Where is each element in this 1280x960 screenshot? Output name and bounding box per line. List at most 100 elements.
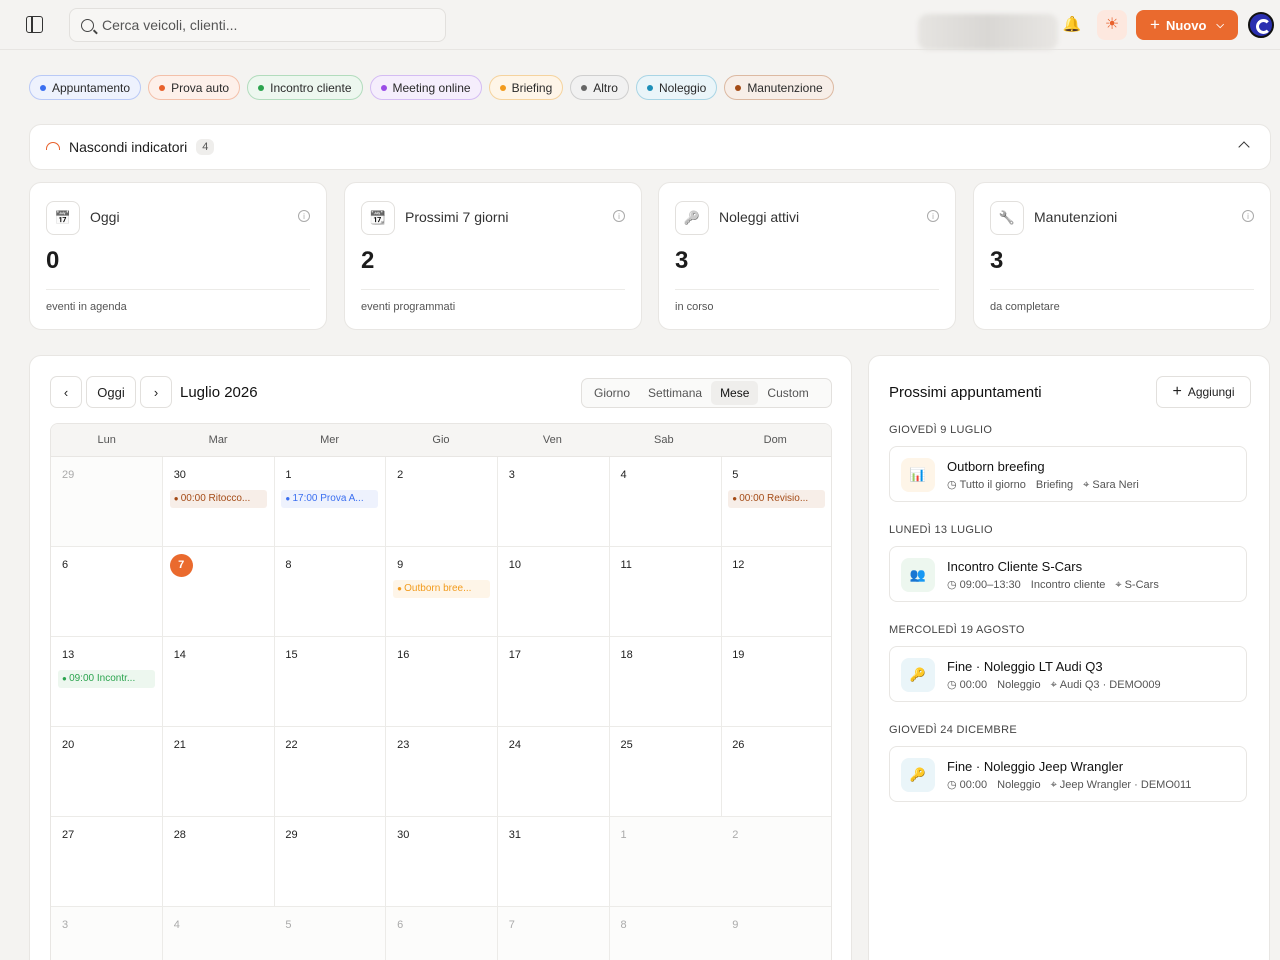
day-cell[interactable]: 3 — [51, 907, 163, 960]
search-input[interactable] — [102, 17, 422, 33]
clock-icon: ◷ — [947, 479, 957, 491]
day-cell[interactable]: 15 — [274, 637, 387, 727]
bell-icon[interactable]: 🔔 — [1062, 15, 1082, 35]
day-cell[interactable]: 26 — [721, 727, 831, 817]
filter-chip[interactable]: Prova auto — [148, 75, 241, 100]
calendar-event[interactable]: ● 00:00 Revisio... — [728, 490, 826, 508]
day-cell[interactable]: 25 — [609, 727, 722, 817]
weekday-label: Mar — [208, 434, 228, 446]
day-cell[interactable]: 12 — [721, 547, 831, 637]
calendar-event[interactable]: ● 00:00 Ritocco... — [169, 490, 267, 508]
day-number: 3 — [508, 469, 515, 481]
stat-subtitle: eventi programmati — [361, 301, 456, 313]
appointment-item[interactable]: 🔑 Fine · Noleggio Jeep Wrangler ◷ 00:00 Nole… — [889, 746, 1247, 802]
presentation-icon-glyph: 📊 — [909, 467, 927, 482]
chip-label: Appuntamento — [52, 80, 131, 95]
chip-label: Incontro cliente — [270, 80, 352, 95]
day-cell[interactable]: 9 — [721, 907, 831, 960]
day-cell[interactable]: 16 — [386, 637, 499, 727]
filter-chip[interactable]: Noleggio — [635, 75, 718, 100]
appointment-item[interactable]: 👥 Incontro Cliente S-Cars ◷ 09:00–13:30 Inco… — [889, 546, 1247, 602]
weekday-label: Sab — [654, 434, 674, 446]
day-cell[interactable]: 17 — [497, 637, 610, 727]
day-cell[interactable]: 30 — [386, 817, 499, 907]
users-icon: 👥 — [901, 558, 935, 592]
day-cell[interactable]: 23 — [386, 727, 499, 817]
next-month-button[interactable]: › — [140, 376, 172, 408]
chip-dot-icon — [581, 84, 588, 91]
day-cell[interactable]: 8 — [609, 907, 722, 960]
day-cell[interactable]: 29 — [51, 457, 163, 547]
day-cell[interactable]: 4 — [162, 907, 275, 960]
appointment-type: Briefing — [1035, 479, 1074, 491]
day-cell[interactable]: 20 — [51, 727, 163, 817]
divider — [675, 289, 939, 290]
day-cell[interactable]: 1 — [609, 817, 722, 907]
calendar-event[interactable]: ● 17:00 Prova A... — [281, 490, 379, 508]
day-cell[interactable]: 18 — [609, 637, 722, 727]
day-cell[interactable]: 28 — [162, 817, 275, 907]
day-cell[interactable]: 6 — [51, 547, 163, 637]
appointment-place: Sara Neri — [1092, 479, 1139, 491]
view-tab-custom[interactable]: Custom — [758, 381, 817, 405]
day-cell[interactable]: 4 — [609, 457, 722, 547]
day-cell[interactable]: 31 — [497, 817, 610, 907]
day-cell[interactable]: 5 — [274, 907, 387, 960]
calendar-event[interactable]: ● 09:00 Incontr... — [58, 670, 155, 688]
chip-dot-icon — [646, 84, 653, 91]
prev-month-button[interactable]: ‹ — [50, 376, 82, 408]
month-title: Luglio 2026 — [180, 384, 258, 401]
view-tab-settimana[interactable]: Settimana — [639, 381, 711, 405]
sidebar-toggle-icon[interactable] — [26, 16, 43, 33]
day-cell[interactable]: 24 — [497, 727, 610, 817]
new-button[interactable]: + Nuovo ⌵ — [1136, 10, 1238, 40]
day-cell[interactable]: 2 — [386, 457, 499, 547]
today-button[interactable]: Oggi — [86, 376, 136, 408]
filter-chip[interactable]: Appuntamento — [29, 75, 142, 100]
day-cell[interactable]: 7 — [162, 547, 275, 637]
day-cell[interactable]: 6 — [386, 907, 499, 960]
day-cell[interactable]: 3 — [497, 457, 610, 547]
day-cell[interactable]: 27 — [51, 817, 163, 907]
day-number: 7 — [508, 919, 515, 931]
search-box[interactable] — [69, 8, 446, 42]
appointment-item[interactable]: 📊 Outborn breefing ◷ Tutto il giorno Briefin… — [889, 446, 1247, 502]
day-number: 28 — [173, 829, 186, 841]
appointment-time: 09:00–13:30 — [959, 579, 1021, 591]
day-cell[interactable]: 22 — [274, 727, 387, 817]
day-cell[interactable]: 2 — [721, 817, 831, 907]
avatar[interactable] — [1248, 12, 1274, 38]
info-icon[interactable]: i — [1242, 210, 1254, 222]
info-icon[interactable]: i — [613, 210, 625, 222]
calendar-event[interactable]: ● Outborn bree... — [393, 580, 491, 598]
day-cell[interactable]: 10 — [497, 547, 610, 637]
info-icon[interactable]: i — [927, 210, 939, 222]
view-tab-mese[interactable]: Mese — [711, 381, 759, 405]
day-cell[interactable]: 14 — [162, 637, 275, 727]
day-cell[interactable]: 11 — [609, 547, 722, 637]
filter-chip[interactable]: Meeting online — [369, 75, 482, 100]
info-icon[interactable]: i — [298, 210, 310, 222]
day-number: 1 — [620, 829, 627, 841]
chevron-up-icon[interactable] — [1238, 141, 1250, 153]
appointment-item[interactable]: 🔑 Fine · Noleggio LT Audi Q3 ◷ 00:00 Noleggi… — [889, 646, 1247, 702]
day-cell[interactable]: 19 — [721, 637, 831, 727]
filter-chip[interactable]: Briefing — [488, 75, 564, 100]
indicators-count-badge: 4 — [196, 139, 215, 155]
divider — [990, 289, 1254, 290]
indicators-toggle-bar[interactable]: Nascondi indicatori 4 — [29, 124, 1271, 170]
filter-chip[interactable]: Manutenzione — [724, 75, 834, 100]
appointment-place: Jeep Wrangler · DEMO011 — [1059, 779, 1192, 791]
divider — [46, 289, 310, 290]
add-appointment-button[interactable]: + Aggiungi — [1156, 376, 1251, 408]
day-cell[interactable]: 29 — [274, 817, 387, 907]
view-tab-giorno[interactable]: Giorno — [585, 381, 639, 405]
day-number: 2 — [732, 829, 739, 841]
theme-toggle-sun-icon[interactable]: ☀ — [1097, 10, 1127, 40]
day-cell[interactable]: 21 — [162, 727, 275, 817]
calendar-icon: 📆 — [361, 201, 395, 235]
filter-chip[interactable]: Altro — [570, 75, 629, 100]
day-cell[interactable]: 7 — [497, 907, 610, 960]
day-cell[interactable]: 8 — [274, 547, 387, 637]
filter-chip[interactable]: Incontro cliente — [247, 75, 363, 100]
